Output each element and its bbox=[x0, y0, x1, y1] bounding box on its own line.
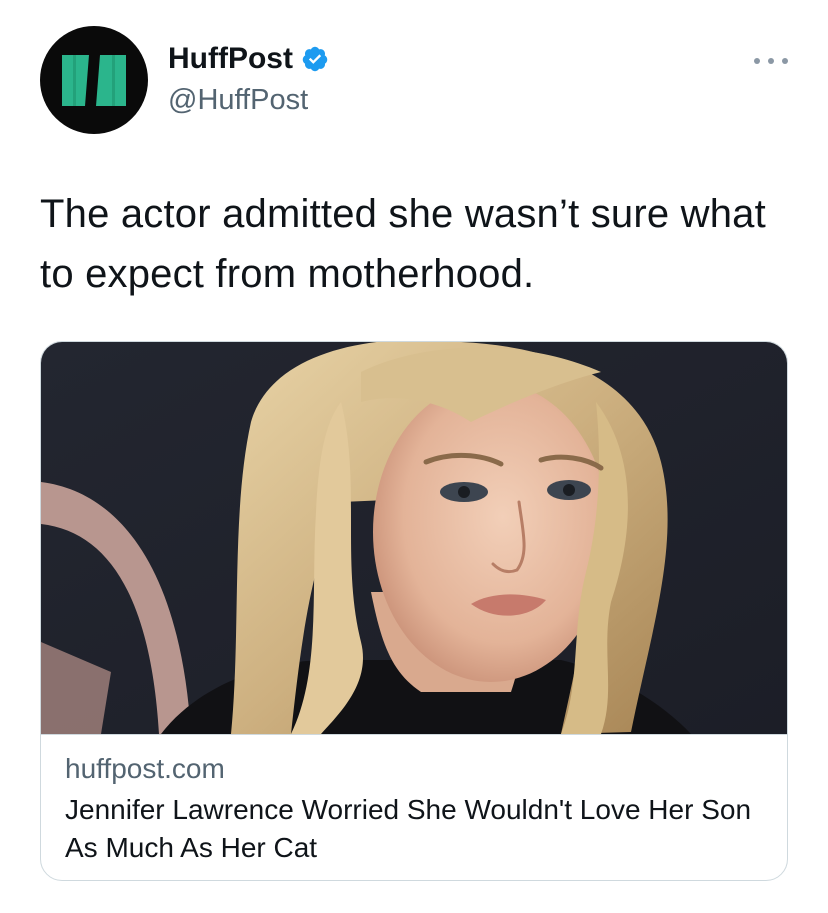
huffpost-logo-icon bbox=[62, 55, 126, 106]
card-meta: huffpost.com Jennifer Lawrence Worried S… bbox=[41, 734, 787, 880]
card-title[interactable]: Jennifer Lawrence Worried She Wouldn't L… bbox=[65, 791, 765, 867]
more-options-icon[interactable] bbox=[754, 54, 788, 68]
more-dot bbox=[754, 58, 760, 64]
more-dot bbox=[782, 58, 788, 64]
tweet: HuffPost @HuffPost The actor admitted sh… bbox=[0, 0, 828, 913]
display-name-row: HuffPost bbox=[168, 42, 329, 76]
verified-badge-icon bbox=[302, 46, 328, 72]
tweet-text: The actor admitted she wasn’t sure what … bbox=[40, 192, 766, 296]
handle[interactable]: @HuffPost bbox=[168, 84, 308, 117]
article-photo bbox=[41, 342, 787, 734]
link-card[interactable]: huffpost.com Jennifer Lawrence Worried S… bbox=[40, 341, 788, 881]
card-domain: huffpost.com bbox=[65, 753, 225, 784]
display-name[interactable]: HuffPost bbox=[168, 42, 293, 76]
avatar[interactable] bbox=[40, 26, 148, 134]
more-dot bbox=[768, 58, 774, 64]
